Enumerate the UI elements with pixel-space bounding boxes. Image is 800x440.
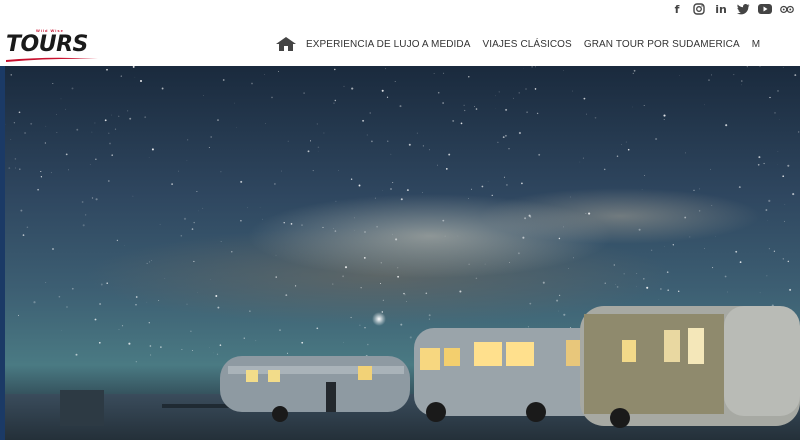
nav-item-more[interactable]: M [752, 39, 760, 50]
person-silhouette [326, 382, 336, 412]
tripadvisor-icon[interactable] [780, 2, 794, 16]
camper-trailers [60, 306, 800, 428]
home-icon[interactable] [276, 37, 296, 51]
youtube-icon[interactable] [758, 2, 772, 16]
logo-swoosh [6, 57, 98, 62]
small-shed [60, 390, 104, 426]
facebook-icon[interactable]: f [670, 2, 684, 16]
twitter-icon[interactable] [736, 2, 750, 16]
linkedin-icon[interactable]: in [714, 2, 728, 16]
hero-image-milky-way-campers [0, 66, 800, 440]
nav-item-lujo[interactable]: EXPERIENCIA DE LUJO A MEDIDA [306, 39, 471, 50]
trailer-1 [220, 356, 410, 422]
site-header: Wild Wise TOURS EXPERIENCIA DE LUJO A ME… [0, 18, 800, 66]
site-logo[interactable]: Wild Wise TOURS [6, 28, 98, 62]
trailer-2 [414, 328, 604, 422]
nav-item-clasicos[interactable]: VIAJES CLÁSICOS [483, 39, 572, 50]
trailer-3 [580, 306, 800, 428]
nav-item-gran-tour[interactable]: GRAN TOUR POR SUDAMERICA [584, 39, 740, 50]
left-edge-strip [0, 66, 5, 440]
main-nav: EXPERIENCIA DE LUJO A MEDIDA VIAJES CLÁS… [276, 37, 772, 51]
social-links: f in [670, 2, 794, 16]
logo-wordmark: TOURS [6, 32, 88, 57]
instagram-icon[interactable] [692, 2, 706, 16]
top-bar: f in [0, 0, 800, 18]
